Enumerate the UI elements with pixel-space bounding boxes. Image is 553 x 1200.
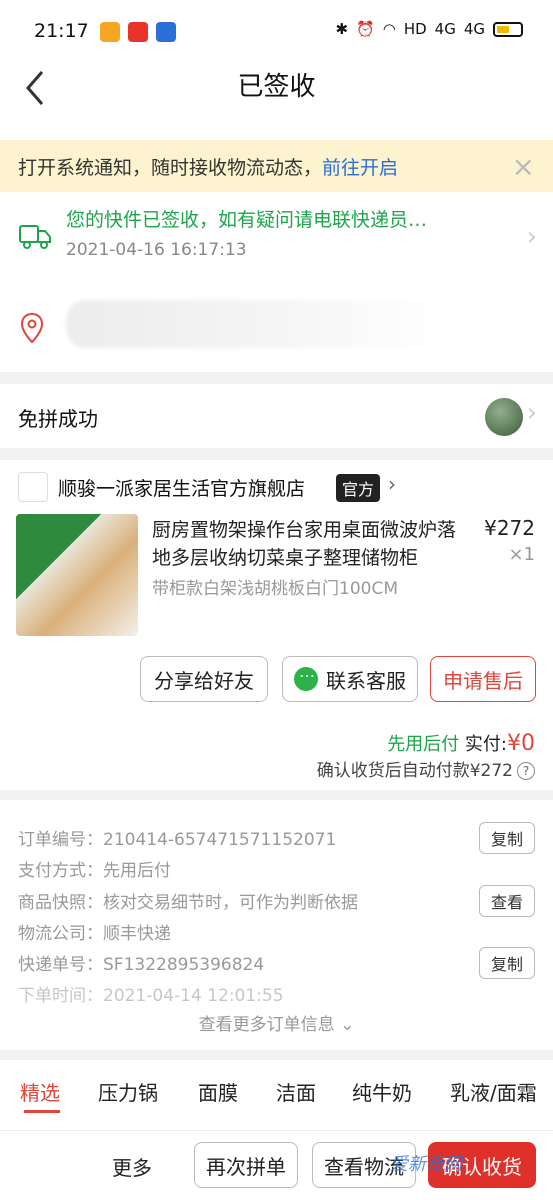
chevron-right-icon: › <box>526 398 537 428</box>
product-title[interactable]: 厨房置物架操作台家用桌面微波炉落地多层收纳切菜桌子整理储物柜 <box>152 516 470 572</box>
notification-text: 打开系统通知，随时接收物流动态，前往开启 <box>18 157 399 179</box>
rebuy-button[interactable]: 再次拼单 <box>194 1142 298 1188</box>
product-price: ¥272 <box>484 516 535 540</box>
app-notification-icon <box>128 22 148 42</box>
delivery-status: 您的快件已签收，如有疑问请电联快递员… <box>66 209 428 231</box>
wifi-icon: ◠ <box>382 20 396 38</box>
status-right-icons: ✱ ⏰ ◠ HD 4G 4G <box>335 20 523 38</box>
copy-order-number-button[interactable]: 复制 <box>479 822 535 854</box>
product-spec: 带柜款白架浅胡桃板白门100CM <box>152 579 398 599</box>
truck-icon <box>19 225 51 249</box>
tab-cleanser[interactable]: 洁面 <box>276 1077 316 1106</box>
tab-underline <box>24 1110 60 1113</box>
view-snapshot-button[interactable]: 查看 <box>479 885 535 917</box>
snapshot-row: 商品快照：核对交易细节时，可作为判断依据 <box>18 893 358 913</box>
product-image[interactable] <box>16 514 138 636</box>
payment-note: 确认收货后自动付款¥272? <box>317 756 535 781</box>
enable-notification-link[interactable]: 前往开启 <box>322 157 398 179</box>
app-notification-icon <box>100 22 120 42</box>
signal-icon: 4G <box>463 20 485 38</box>
after-sale-button[interactable]: 申请售后 <box>430 656 536 702</box>
group-status-title: 免拼成功 <box>18 407 98 431</box>
status-time: 21:17 <box>34 20 89 42</box>
payment-summary: 先用后付 实付:¥0 <box>387 731 535 756</box>
courier-row: 物流公司：顺丰快递 <box>18 924 171 944</box>
address-blurred <box>66 300 446 348</box>
battery-icon <box>493 21 523 37</box>
chat-icon <box>294 662 318 691</box>
order-number-row: 订单编号：210414-657471571152071 <box>18 830 337 850</box>
more-button[interactable]: 更多 <box>112 1152 152 1181</box>
more-order-info-link[interactable]: 查看更多订单信息 ⌄ <box>0 1010 553 1035</box>
app-notification-icon <box>156 22 176 42</box>
bluetooth-icon: ✱ <box>335 20 349 38</box>
payment-method-row: 支付方式：先用后付 <box>18 861 171 881</box>
location-pin-icon <box>20 312 44 344</box>
status-app-icons <box>100 22 176 42</box>
alarm-icon: ⏰ <box>356 20 375 38</box>
copy-tracking-button[interactable]: 复制 <box>479 947 535 979</box>
tab-lotion[interactable]: 乳液/面霜 <box>450 1077 537 1106</box>
chevron-right-icon: › <box>526 222 537 252</box>
tab-mask[interactable]: 面膜 <box>198 1077 238 1106</box>
close-icon[interactable]: × <box>512 150 535 183</box>
share-button[interactable]: 分享给好友 <box>140 656 268 702</box>
store-logo-icon <box>18 472 48 502</box>
hd-label: HD <box>403 20 427 38</box>
chevron-right-icon[interactable]: › <box>388 472 396 496</box>
tracking-number-row: 快递单号：SF1322895396824 <box>18 955 265 975</box>
signal-icon: 4G <box>434 20 456 38</box>
contact-service-button[interactable]: 联系客服 <box>282 656 418 702</box>
official-badge: 官方 <box>336 474 381 502</box>
tab-selected[interactable]: 精选 <box>20 1077 60 1106</box>
store-name[interactable]: 顺骏一派家居生活官方旗舰店 <box>58 474 305 501</box>
order-time-row: 下单时间：2021-04-14 12:01:55 <box>18 986 284 1006</box>
help-icon[interactable]: ? <box>517 762 535 780</box>
avatar <box>485 398 523 436</box>
product-quantity: ×1 <box>508 544 535 565</box>
tab-milk[interactable]: 纯牛奶 <box>352 1077 412 1106</box>
watermark: 爱新奇网 <box>390 1154 462 1175</box>
tab-pressure-cooker[interactable]: 压力锅 <box>98 1077 158 1106</box>
delivery-time: 2021-04-16 16:17:13 <box>66 240 247 260</box>
page-title: 已签收 <box>237 72 316 102</box>
chevron-down-icon: ⌄ <box>340 1015 355 1035</box>
